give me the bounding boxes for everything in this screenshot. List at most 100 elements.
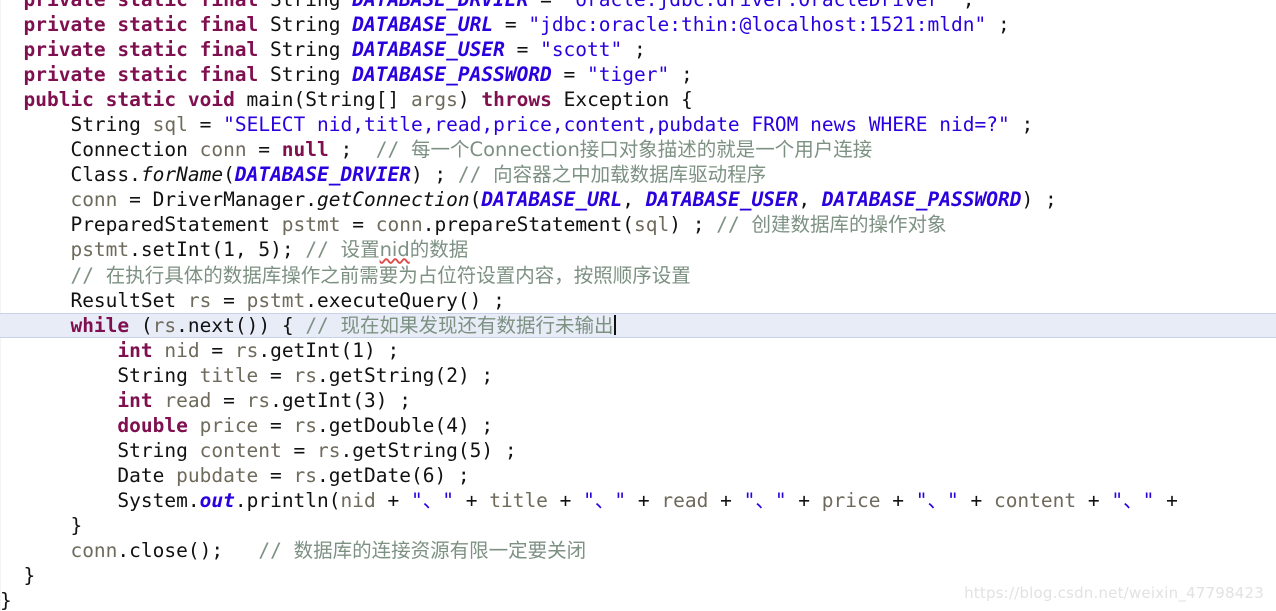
token-str: "tiger"	[587, 63, 670, 87]
token-pun: (	[469, 188, 482, 212]
code-line[interactable]: while (rs.next()) { // 现在如果发现还有数据行未输出	[0, 312, 1276, 338]
code-line[interactable]: private static final String DATABASE_DRV…	[0, 0, 1276, 12]
token-pun: +	[958, 488, 994, 512]
code-line[interactable]: conn = DriverManager.getConnection(DATAB…	[0, 187, 1276, 212]
token-var: nid	[164, 338, 200, 362]
token-typ: String	[270, 38, 353, 62]
code-line[interactable]: int nid = rs.getInt(1) ;	[0, 338, 1276, 363]
token-typ: Class	[70, 163, 130, 187]
token-typ: close	[129, 539, 188, 563]
token-kw: throws	[481, 88, 564, 112]
code-text-area[interactable]: private static final String DATABASE_DRV…	[0, 0, 1276, 611]
token-pun: .	[340, 438, 353, 462]
code-line[interactable]: Class.forName(DATABASE_DRVIER) ; // 向容器之…	[0, 162, 1276, 187]
code-line[interactable]: PreparedStatement pstmt = conn.prepareSt…	[0, 212, 1276, 237]
token-pun: +	[880, 488, 916, 512]
code-line[interactable]: public static void main(String[] args) t…	[0, 87, 1276, 112]
token-cmt: //	[457, 163, 494, 187]
code-line[interactable]: conn.close(); // 数据库的连接资源有限一定要关闭	[0, 538, 1276, 563]
token-pun: }	[70, 513, 83, 537]
token-pun: .	[317, 363, 329, 387]
code-line[interactable]: Date pubdate = rs.getDate(6) ;	[0, 463, 1276, 488]
token-pun: (	[340, 338, 353, 362]
token-kw: private static final	[23, 13, 271, 37]
token-var: pstmt	[281, 213, 341, 237]
token-num: 1	[223, 238, 235, 262]
token-pun: =	[258, 413, 294, 437]
code-line[interactable]: ResultSet rs = pstmt.executeQuery() ;	[0, 288, 1276, 313]
token-pun: ;	[669, 63, 693, 87]
token-pun: =	[340, 213, 376, 237]
token-pun: (	[223, 163, 235, 187]
code-line[interactable]: int read = rs.getInt(3) ;	[0, 388, 1276, 413]
token-kw: private static final	[23, 38, 271, 62]
token-smeth: getConnection	[317, 188, 470, 212]
token-pun: (	[328, 488, 341, 512]
code-line[interactable]: }	[0, 513, 1276, 538]
token-fld: DATABASE_USER	[645, 188, 799, 212]
token-pun: +	[375, 488, 411, 512]
token-pun: =	[493, 13, 529, 37]
token-str: "SELECT nid,title,read,price,content,pub…	[223, 113, 1010, 137]
code-line[interactable]: pstmt.setInt(1, 5); // 设置nid的数据	[0, 237, 1276, 262]
token-pun: =	[281, 438, 318, 462]
token-pun: .	[176, 313, 188, 337]
token-pun: ;	[986, 13, 1010, 37]
token-typ: getInt	[270, 338, 341, 362]
code-line[interactable]: System.out.println(nid + "、" + title + "…	[0, 488, 1276, 513]
csdn-watermark: https://blog.csdn.net/weixin_47798423	[964, 584, 1264, 602]
token-cmt: //	[258, 539, 294, 563]
token-pun: (	[211, 238, 224, 262]
code-line[interactable]: String title = rs.getString(2) ;	[0, 363, 1276, 388]
token-var: rs	[187, 288, 212, 312]
code-line[interactable]: private static final String DATABASE_PAS…	[0, 62, 1276, 87]
token-typ: String	[270, 0, 352, 11]
code-editor-viewport[interactable]: private static final String DATABASE_DRV…	[0, 0, 1276, 611]
token-typ: PreparedStatement	[70, 213, 282, 237]
token-var: conn	[70, 188, 118, 212]
token-typ: ResultSet	[70, 288, 188, 312]
token-var: pubdate	[176, 463, 259, 487]
token-sfld: out	[199, 488, 235, 512]
token-num: 5	[469, 438, 482, 462]
token-cmt-cn: 现在如果发现还有数据行未输出	[340, 313, 614, 337]
token-typ: setInt	[140, 238, 212, 262]
token-pun: ,	[622, 188, 646, 212]
token-typ: getDouble	[328, 413, 435, 437]
code-line[interactable]: String content = rs.getString(5) ;	[0, 438, 1276, 463]
token-pun: (	[293, 88, 306, 112]
token-var: nid	[340, 488, 376, 512]
token-pun: (	[622, 213, 635, 237]
token-typ: getInt	[281, 388, 353, 412]
token-typ: String	[305, 88, 376, 112]
token-kw: int	[117, 338, 165, 362]
code-line[interactable]: String sql = "SELECT nid,title,read,pric…	[0, 112, 1276, 137]
code-line[interactable]: private static final String DATABASE_URL…	[0, 12, 1276, 37]
code-line[interactable]: // 在执行具体的数据库操作之前需要为占位符设置内容，按照顺序设置	[0, 263, 1276, 288]
token-pun: (	[410, 463, 423, 487]
token-pun: =	[504, 38, 541, 62]
token-pun: );	[270, 238, 306, 262]
token-cmt: //	[305, 238, 341, 262]
token-pun: .	[129, 163, 141, 187]
token-str: "scott"	[540, 38, 623, 62]
token-pun: ) ;	[375, 388, 411, 412]
token-var: read	[661, 488, 709, 512]
token-pun: =	[258, 363, 294, 387]
token-typ: String	[117, 363, 200, 387]
token-pun: =	[528, 0, 563, 11]
token-num: 5	[258, 238, 271, 262]
code-line[interactable]: Connection conn = null ; // 每一个Connectio…	[0, 137, 1276, 162]
token-pun: ,	[798, 188, 822, 212]
code-line[interactable]: double price = rs.getDouble(4) ;	[0, 413, 1276, 438]
text-caret	[613, 314, 616, 335]
token-pun: .	[422, 213, 435, 237]
token-var: content	[199, 438, 282, 462]
token-fld: DATABASE_URL	[352, 13, 494, 37]
code-line[interactable]: private static final String DATABASE_USE…	[0, 37, 1276, 62]
token-str: "、"	[583, 488, 627, 512]
token-pun: .	[305, 188, 318, 212]
